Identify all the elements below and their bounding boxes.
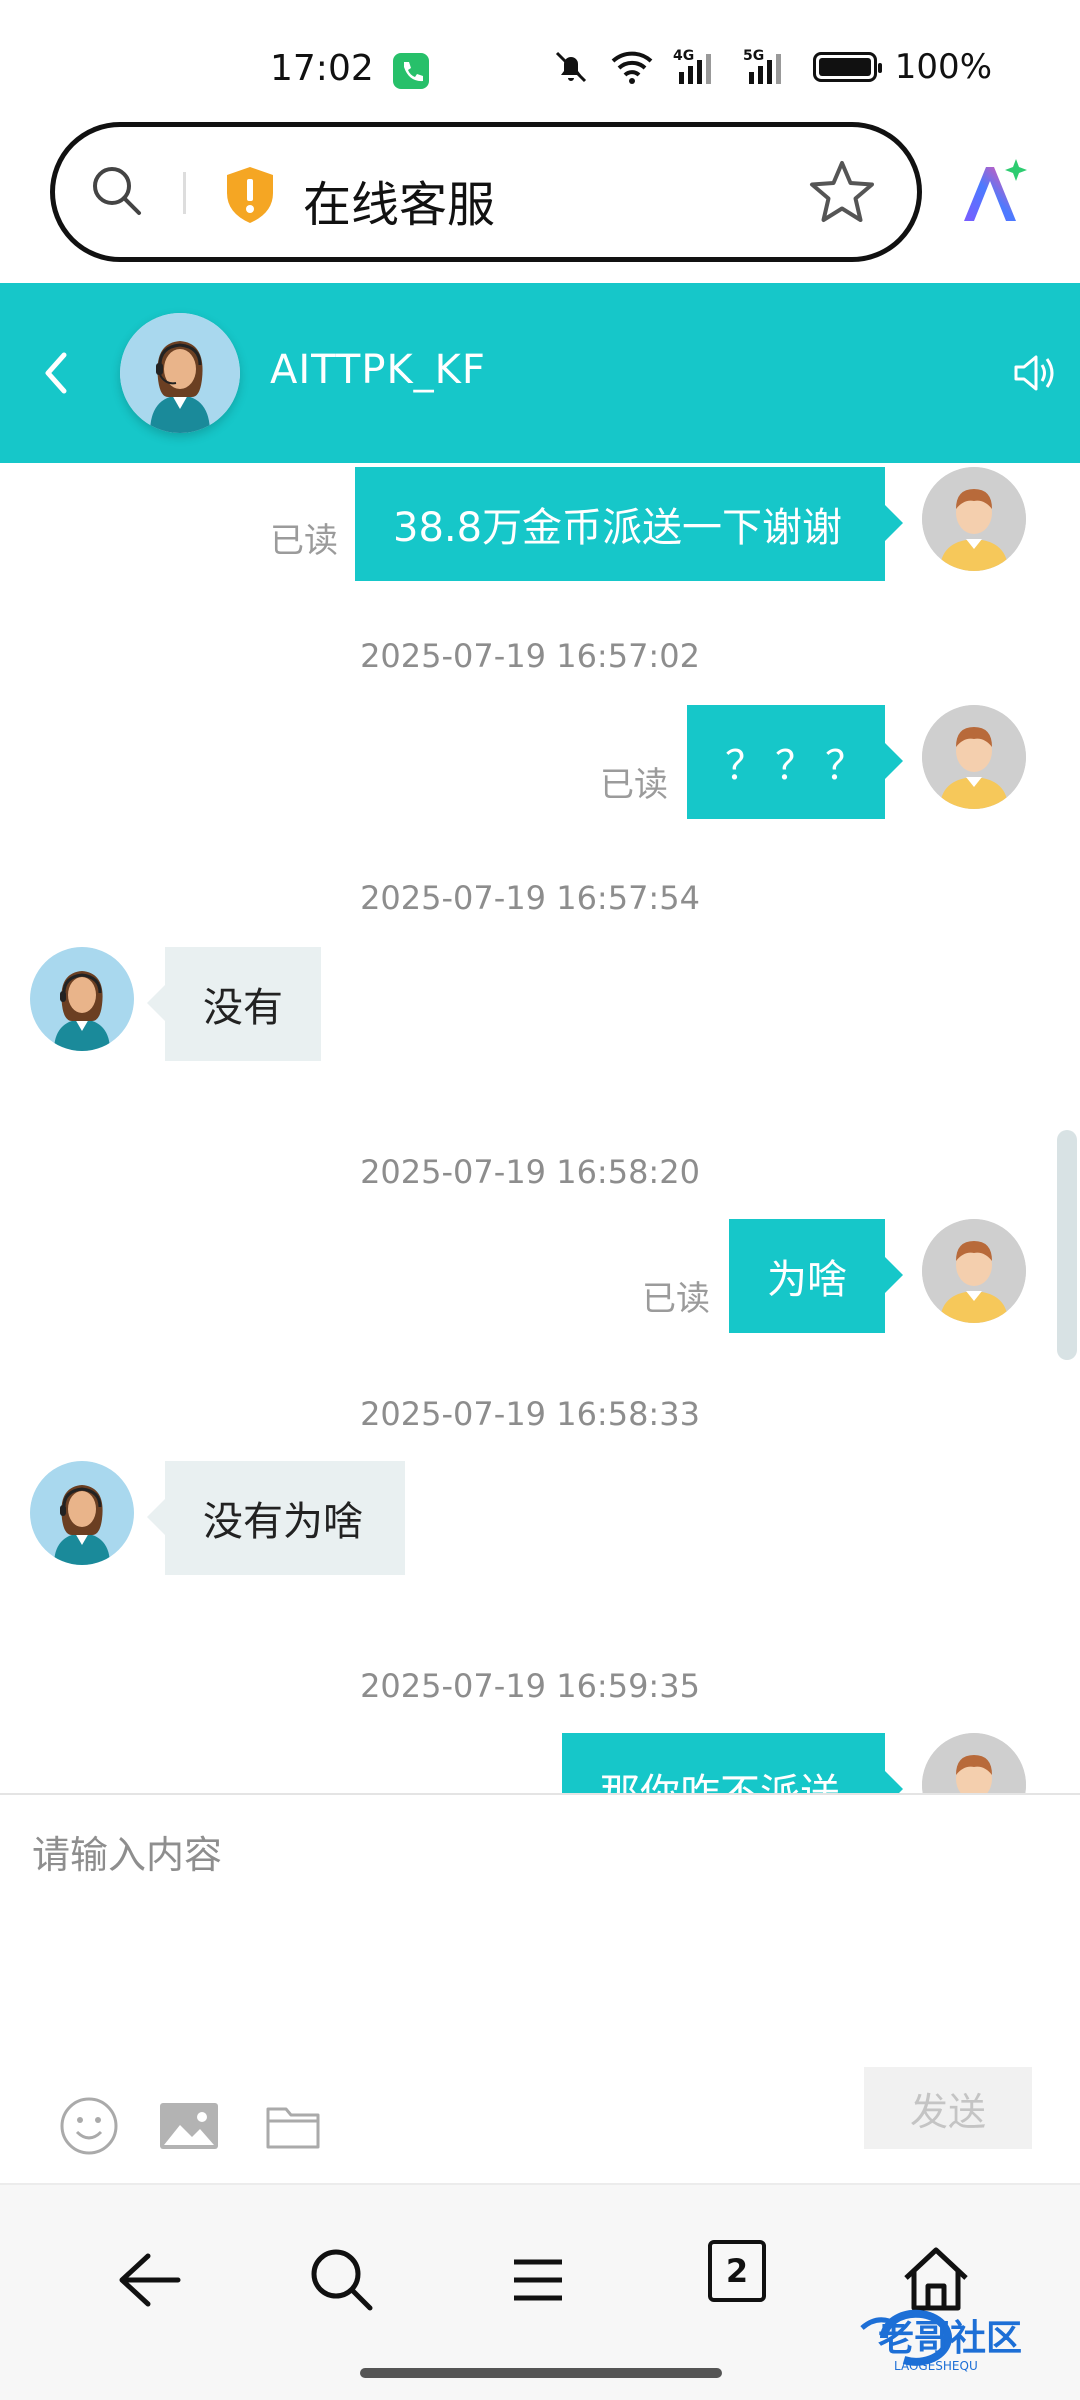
user-avatar (922, 705, 1026, 809)
watermark-logo: 老哥社区 LAOGESHEQU (860, 2309, 1022, 2373)
message-text: ？？？ (725, 743, 875, 789)
message-timestamp: 2025-07-19 16:58:20 (360, 1153, 700, 1191)
speaker-sound-icon[interactable] (1012, 349, 1058, 397)
folder-icon[interactable] (262, 2095, 324, 2157)
agent-avatar (30, 947, 134, 1051)
signal-4g-icon: 4G (673, 48, 711, 84)
image-icon[interactable] (158, 2095, 220, 2157)
svg-text:老哥社区: 老哥社区 (878, 2318, 1022, 2359)
chat-scrollbar[interactable] (1057, 1130, 1077, 1360)
tabs-button[interactable]: 2 (708, 2240, 766, 2302)
chat-message-list[interactable]: 已读 38.8万金币派送一下谢谢 2025-07-19 16:57:02 已读 … (0, 463, 1080, 1793)
send-button[interactable]: 发送 (864, 2067, 1032, 2149)
emoji-icon[interactable] (58, 2095, 120, 2157)
message-text: 没有 (203, 985, 283, 1031)
chat-header: AITTPK_KF (0, 283, 1080, 463)
status-time: 17:02 (270, 48, 374, 89)
user-avatar (922, 1733, 1026, 1793)
agent-avatar (120, 313, 240, 433)
mute-bell-icon (555, 51, 586, 83)
message-timestamp: 2025-07-19 16:59:35 (360, 1667, 700, 1705)
message-timestamp: 2025-07-19 16:58:33 (360, 1395, 700, 1433)
home-indicator[interactable] (360, 2368, 722, 2378)
read-receipt: 已读 (270, 521, 338, 561)
message-text: 为啥 (767, 1257, 847, 1303)
search-icon[interactable] (302, 2240, 382, 2320)
read-receipt: 已读 (642, 1279, 710, 1319)
message-text: 没有为啥 (203, 1499, 363, 1545)
svg-text:4G: 4G (673, 48, 694, 64)
outgoing-message-bubble[interactable]: 那你咋不派送 (562, 1733, 903, 1793)
search-icon[interactable] (87, 161, 147, 221)
incoming-message-bubble[interactable]: 没有 (147, 947, 321, 1061)
status-bar: 17:02 4G 5G 100% (0, 0, 1080, 120)
wifi-icon (611, 51, 653, 84)
back-chevron-icon[interactable] (36, 343, 76, 403)
phone-call-icon (393, 53, 429, 89)
status-indicators: 4G 5G 100% (551, 46, 992, 88)
security-warning-shield-icon[interactable] (223, 165, 277, 225)
ai-assistant-icon[interactable] (956, 155, 1030, 229)
page-title: 在线客服 (303, 177, 496, 233)
svg-text:LAOGESHEQU: LAOGESHEQU (894, 2359, 978, 2373)
incoming-message-bubble[interactable]: 没有为啥 (147, 1461, 405, 1575)
back-arrow-icon[interactable] (108, 2240, 188, 2320)
message-input[interactable] (32, 1825, 1042, 1885)
bookmark-star-icon[interactable] (807, 157, 877, 227)
menu-icon[interactable] (498, 2240, 578, 2320)
message-input-panel: 发送 (0, 1793, 1080, 2183)
message-text: 那你咋不派送 (600, 1761, 840, 1793)
agent-avatar (30, 1461, 134, 1565)
message-timestamp: 2025-07-19 16:57:02 (360, 637, 700, 675)
chat-contact-name: AITTPK_KF (270, 347, 486, 393)
read-receipt: 已读 (600, 765, 668, 805)
battery-icon (812, 52, 882, 82)
outgoing-message-bubble[interactable]: 为啥 (729, 1219, 903, 1333)
svg-text:5G: 5G (743, 48, 764, 64)
battery-percent: 100% (894, 47, 992, 87)
outgoing-message-bubble[interactable]: ？？？ (687, 705, 903, 819)
browser-address-bar[interactable]: 在线客服 (50, 122, 922, 262)
outgoing-message-bubble[interactable]: 38.8万金币派送一下谢谢 (355, 467, 903, 581)
message-text: 38.8万金币派送一下谢谢 (393, 505, 843, 551)
user-avatar (922, 467, 1026, 571)
signal-5g-icon: 5G (743, 48, 781, 84)
user-avatar (922, 1219, 1026, 1323)
address-divider (183, 172, 186, 214)
message-timestamp: 2025-07-19 16:57:54 (360, 879, 700, 917)
